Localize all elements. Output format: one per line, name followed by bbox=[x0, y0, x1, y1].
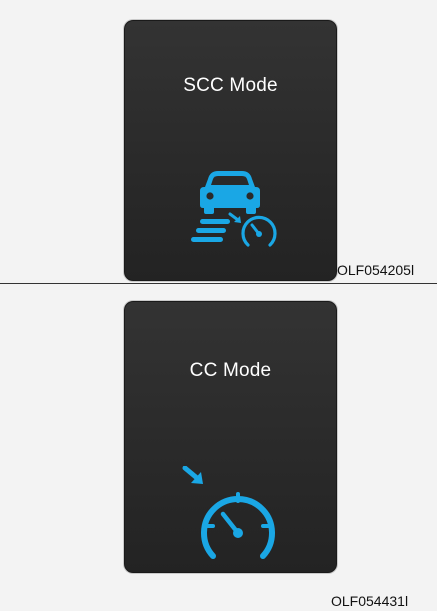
cluster-display: SCC Mode bbox=[124, 20, 337, 281]
mode-title: SCC Mode bbox=[183, 75, 278, 96]
figure-cc-mode: CC Mode OLF054431l bbox=[0, 284, 437, 611]
figure-code: OLF054205l bbox=[337, 262, 415, 278]
figure-scc-mode: SCC Mode OLF054205l bbox=[0, 0, 437, 283]
scc-smart-cruise-control-icon bbox=[191, 171, 277, 247]
figure-code: OLF054431l bbox=[331, 593, 409, 609]
cluster-display: CC Mode bbox=[124, 301, 337, 573]
mode-title: CC Mode bbox=[189, 360, 272, 381]
cc-cruise-control-icon bbox=[182, 466, 275, 559]
